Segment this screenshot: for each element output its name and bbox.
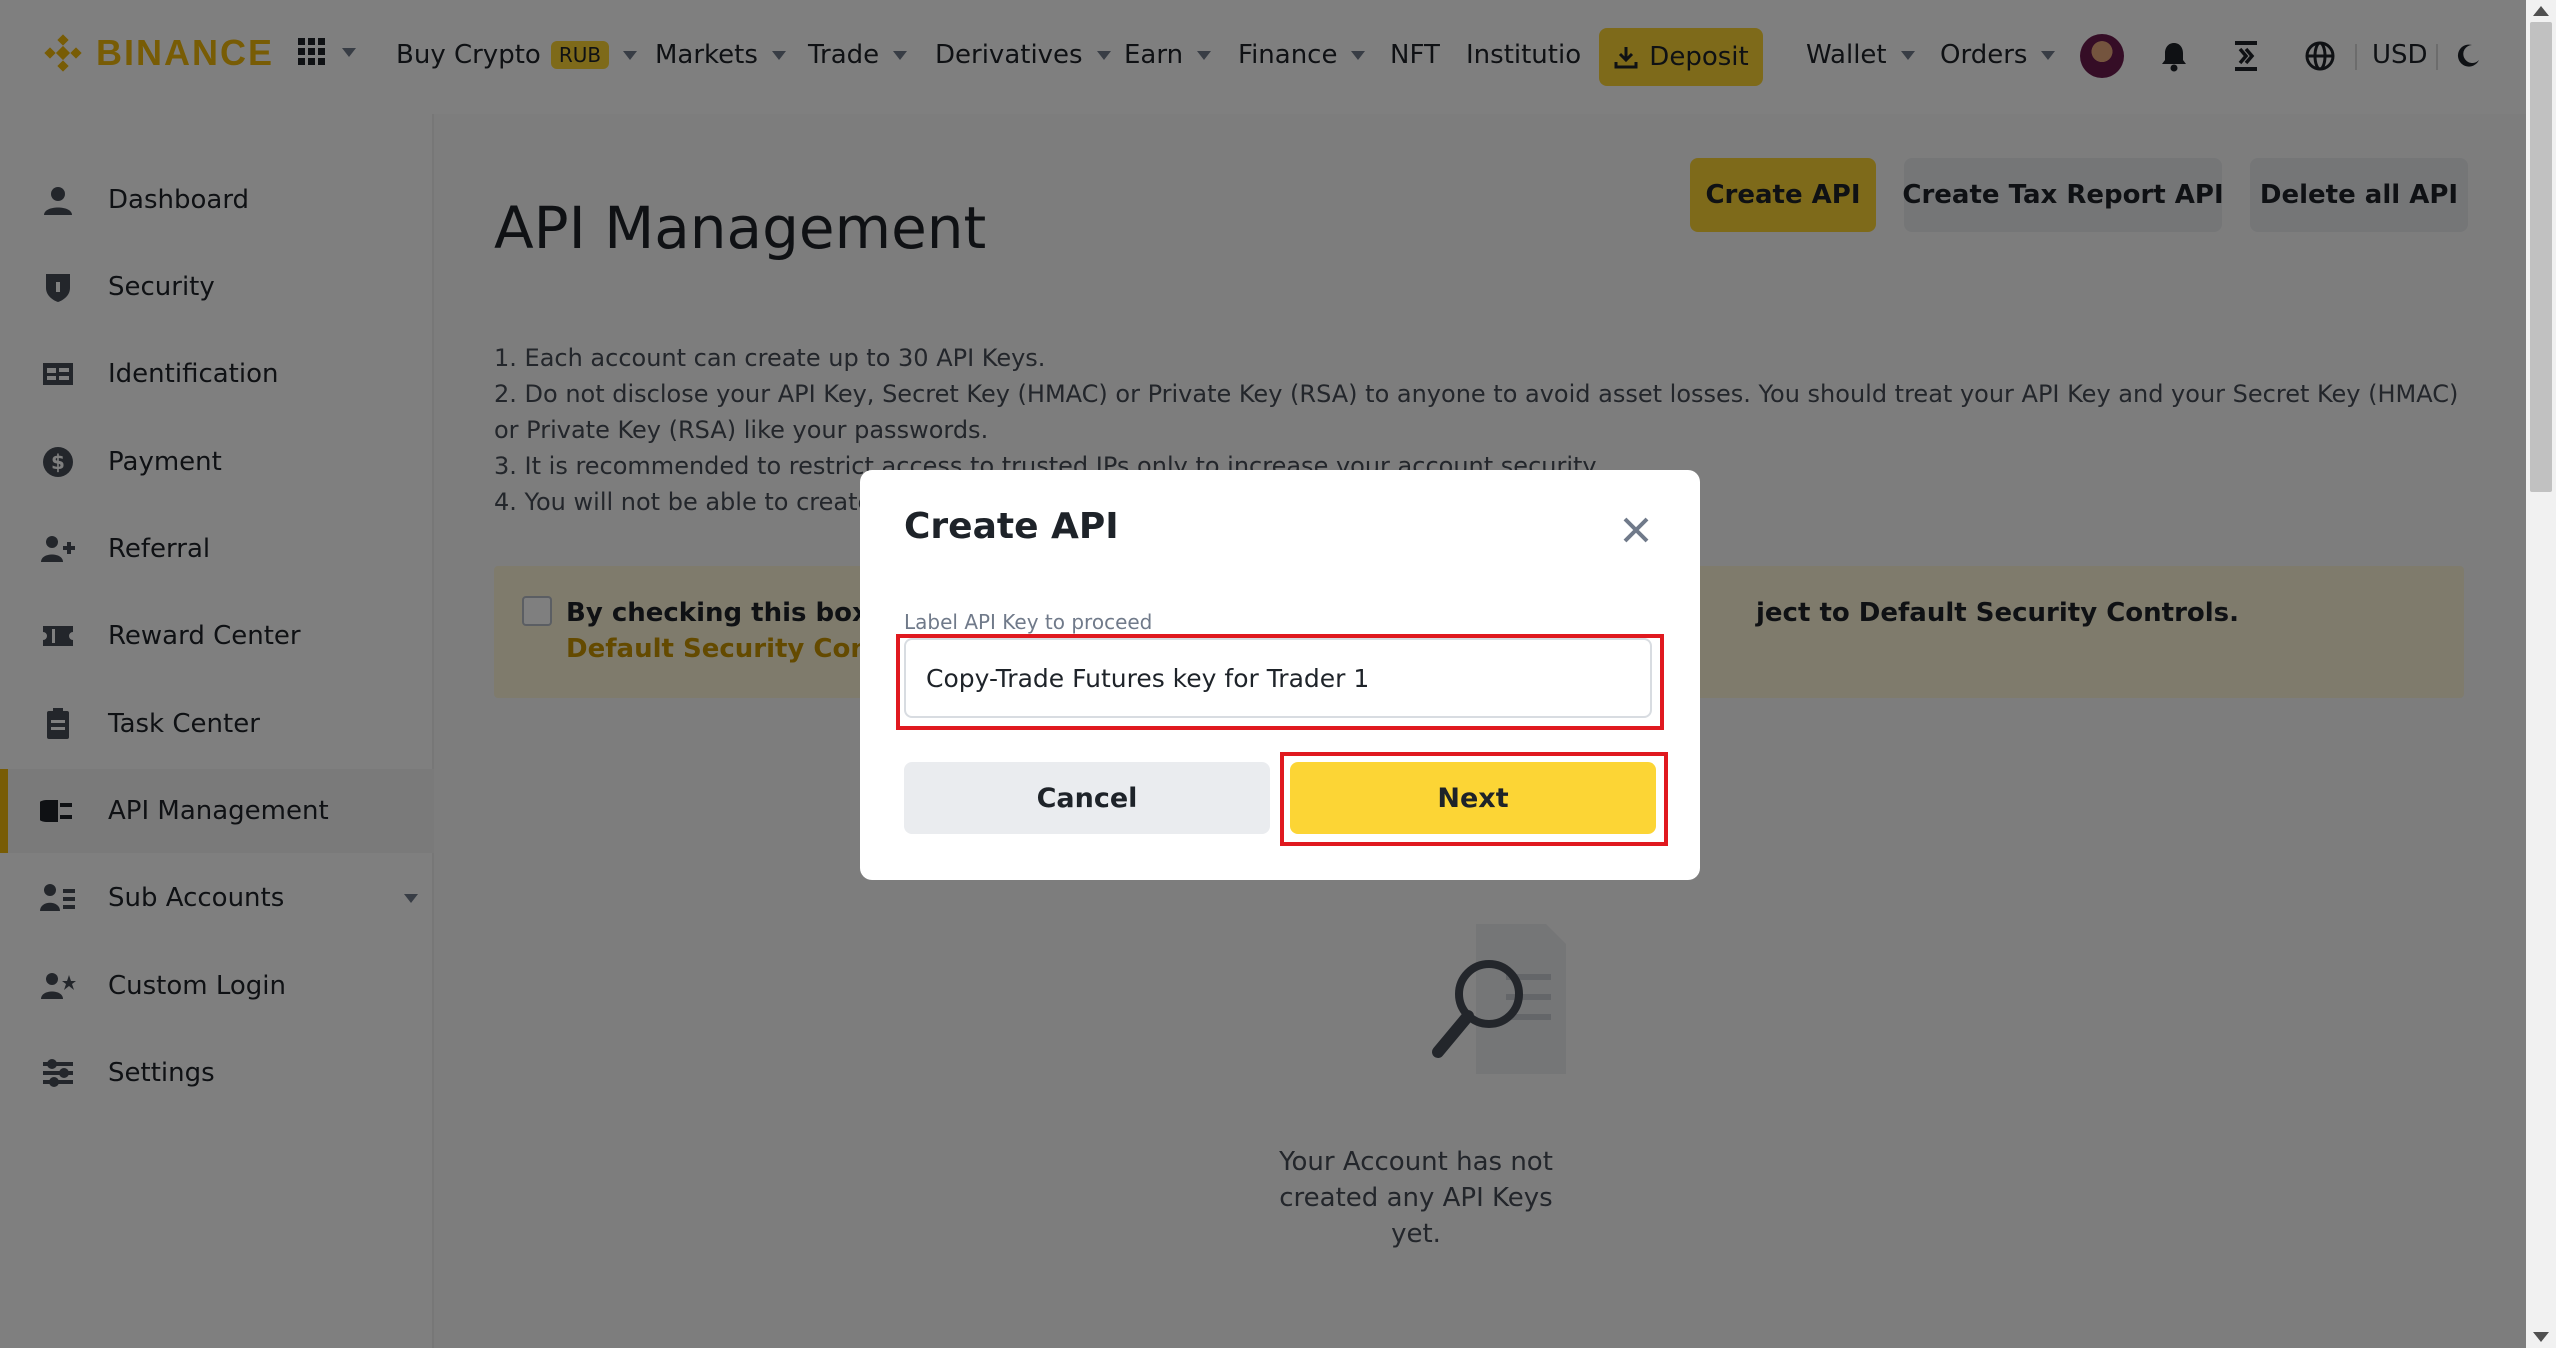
api-label-field-label: Label API Key to proceed (904, 610, 1153, 634)
create-api-modal: Create API Label API Key to proceed Canc… (860, 470, 1700, 880)
close-icon[interactable] (1616, 510, 1656, 550)
scroll-down-icon[interactable] (2533, 1332, 2549, 1342)
cancel-button[interactable]: Cancel (904, 762, 1270, 834)
input-highlight-box (896, 634, 1664, 730)
modal-title: Create API (904, 506, 1119, 547)
scroll-thumb[interactable] (2530, 22, 2552, 492)
scroll-up-icon[interactable] (2533, 6, 2549, 16)
next-highlight-box (1280, 752, 1668, 846)
